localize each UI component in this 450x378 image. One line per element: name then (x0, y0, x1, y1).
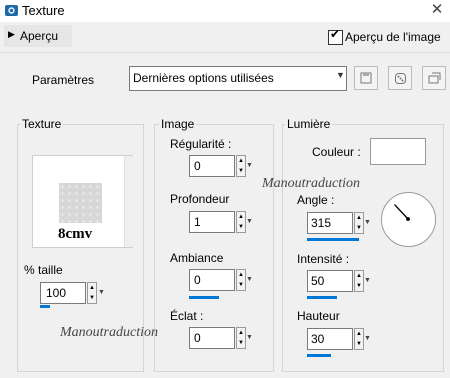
angle-label: Angle : (297, 193, 335, 207)
angle-stepper[interactable]: ▲ ▼ (354, 212, 364, 234)
height-stepper[interactable]: ▲ ▼ (354, 328, 364, 350)
title-bar (0, 0, 450, 22)
spin-up-icon[interactable]: ▲ (355, 329, 363, 339)
ambiance-label: Ambiance (170, 251, 224, 265)
spin-up-icon[interactable]: ▲ (88, 283, 96, 293)
apercu-label: Aperçu (20, 29, 59, 43)
dropdown-arrow-icon[interactable]: ▼ (246, 334, 253, 341)
intensity-value: 50 (311, 274, 325, 288)
spin-up-icon[interactable]: ▲ (355, 213, 363, 223)
dropdown-arrow-icon[interactable]: ▼ (364, 335, 371, 342)
spin-down-icon[interactable]: ▼ (237, 222, 245, 232)
spin-down-icon[interactable]: ▼ (237, 338, 245, 348)
reset-button[interactable] (388, 66, 412, 90)
params-label: Paramètres (32, 73, 95, 87)
watermark: Manoutraduction (60, 325, 158, 340)
texture-panel-title: Texture (20, 117, 64, 131)
preset-manager-button[interactable] (422, 66, 446, 90)
spin-up-icon[interactable]: ▲ (237, 270, 245, 280)
close-icon[interactable]: ✕ (428, 1, 446, 19)
dropdown-arrow-icon[interactable]: ▼ (364, 219, 371, 226)
spin-down-icon[interactable]: ▼ (355, 223, 363, 233)
taille-label: % taille (24, 263, 63, 277)
texture-thumbnail (59, 183, 102, 223)
triangle-right-icon: ▶ (8, 29, 15, 39)
intensity-bar (307, 296, 337, 299)
chevron-down-icon: ▼ (336, 70, 345, 80)
dropdown-arrow-icon[interactable]: ▼ (246, 276, 253, 283)
app-icon (5, 5, 18, 16)
taille-bar (40, 305, 50, 308)
angle-value: 315 (311, 216, 332, 230)
save-icon (360, 72, 372, 84)
intensity-stepper[interactable]: ▲ ▼ (354, 270, 364, 292)
ambiance-stepper[interactable]: ▲ ▼ (236, 269, 246, 291)
divider (0, 52, 450, 53)
regularite-stepper[interactable]: ▲ ▼ (236, 155, 246, 177)
eclat-label: Éclat : (170, 309, 204, 323)
angle-dial[interactable] (381, 192, 436, 247)
ambiance-bar (189, 296, 219, 299)
checkmark-icon: ✔ (330, 27, 341, 41)
angle-bar (307, 238, 359, 241)
spin-up-icon[interactable]: ▲ (237, 156, 245, 166)
regularite-label: Régularité : (170, 137, 232, 151)
eclat-value: 0 (194, 331, 201, 345)
height-label: Hauteur (297, 309, 340, 323)
preview-scrollbar[interactable] (124, 156, 133, 247)
dropdown-arrow-icon[interactable]: ▼ (364, 277, 371, 284)
light-panel-title: Lumière (285, 117, 333, 131)
taille-stepper[interactable]: ▲ ▼ (87, 282, 97, 304)
intensity-label: Intensité : (297, 252, 350, 266)
ambiance-value: 0 (194, 273, 201, 287)
texture-name: 8cmv (58, 226, 93, 242)
spin-down-icon[interactable]: ▼ (237, 166, 245, 176)
dropdown-arrow-icon[interactable]: ▼ (98, 289, 105, 296)
eclat-stepper[interactable]: ▲ ▼ (236, 327, 246, 349)
spin-up-icon[interactable]: ▲ (237, 328, 245, 338)
dropdown-arrow-icon[interactable]: ▼ (246, 218, 253, 225)
preview-checkbox-label[interactable]: Aperçu de l'image (345, 30, 441, 44)
spin-down-icon[interactable]: ▼ (88, 293, 96, 303)
watermark: Manoutraduction (262, 176, 360, 191)
spin-up-icon[interactable]: ▲ (237, 212, 245, 222)
spin-up-icon[interactable]: ▲ (355, 271, 363, 281)
dropdown-arrow-icon[interactable]: ▼ (246, 162, 253, 169)
save-preset-button[interactable] (354, 66, 378, 90)
regularite-value: 0 (194, 159, 201, 173)
image-panel-title: Image (159, 117, 197, 131)
manager-icon (428, 72, 440, 84)
height-value: 30 (311, 332, 325, 346)
window-title: Texture (22, 3, 65, 18)
spin-down-icon[interactable]: ▼ (355, 281, 363, 291)
profondeur-label: Profondeur (170, 192, 230, 206)
color-label: Couleur : (312, 145, 361, 159)
spin-down-icon[interactable]: ▼ (355, 339, 363, 349)
height-bar (307, 354, 331, 357)
params-select-value: Dernières options utilisées (133, 71, 274, 85)
profondeur-stepper[interactable]: ▲ ▼ (236, 211, 246, 233)
dice-icon (394, 73, 406, 84)
taille-value: 100 (46, 286, 67, 300)
color-swatch[interactable] (370, 138, 426, 165)
profondeur-value: 1 (194, 215, 201, 229)
spin-down-icon[interactable]: ▼ (237, 280, 245, 290)
